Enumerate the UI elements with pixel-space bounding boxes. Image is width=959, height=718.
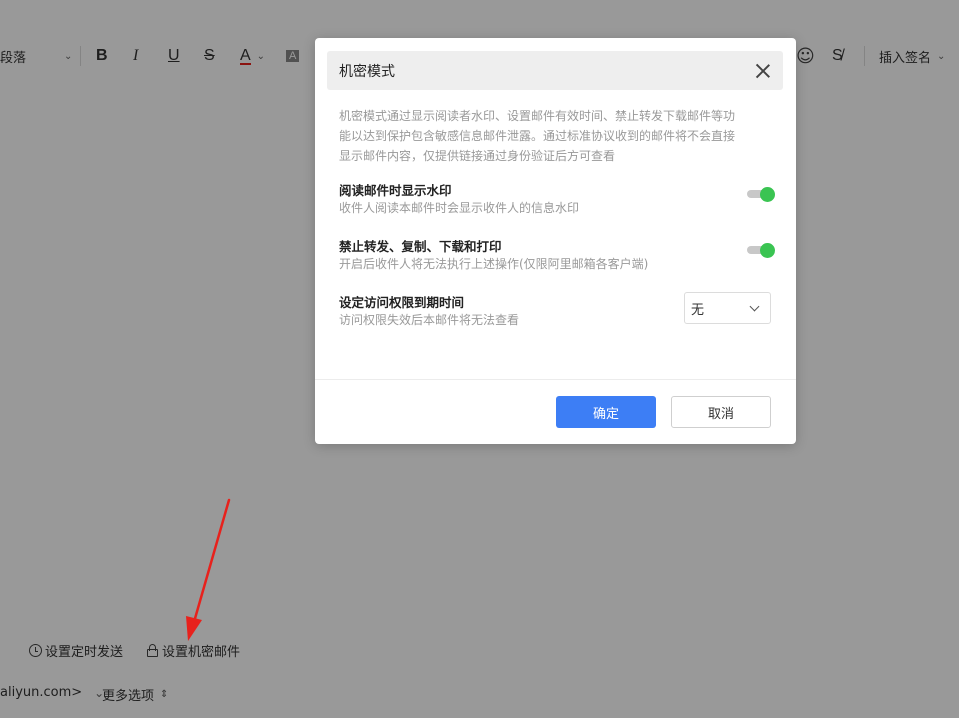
expiry-select[interactable]: 无 bbox=[684, 292, 771, 324]
toggle-knob bbox=[760, 187, 775, 202]
watermark-option-subtitle: 收件人阅读本邮件时会显示收件人的信息水印 bbox=[339, 201, 580, 215]
restrict-actions-option-title: 禁止转发、复制、下载和打印 bbox=[339, 239, 502, 254]
cancel-button[interactable]: 取消 bbox=[671, 396, 771, 428]
toggle-knob bbox=[760, 243, 775, 258]
confidential-mode-dialog: 机密模式 机密模式通过显示阅读者水印、设置邮件有效时间、禁止转发下载邮件等功能以… bbox=[315, 38, 796, 444]
watermark-toggle[interactable] bbox=[747, 187, 775, 202]
dialog-header: 机密模式 bbox=[327, 51, 783, 90]
restrict-actions-option-subtitle: 开启后收件人将无法执行上述操作(仅限阿里邮箱各客户端) bbox=[339, 257, 649, 271]
confirm-button[interactable]: 确定 bbox=[556, 396, 656, 428]
expiry-option-title: 设定访问权限到期时间 bbox=[339, 295, 465, 310]
restrict-actions-toggle[interactable] bbox=[747, 243, 775, 258]
watermark-option-title: 阅读邮件时显示水印 bbox=[339, 183, 452, 198]
dialog-description: 机密模式通过显示阅读者水印、设置邮件有效时间、禁止转发下载邮件等功能以达到保护包… bbox=[339, 109, 736, 163]
dialog-title: 机密模式 bbox=[339, 63, 395, 80]
expiry-option-subtitle: 访问权限失效后本邮件将无法查看 bbox=[339, 313, 520, 327]
close-icon[interactable] bbox=[755, 63, 771, 79]
expiry-select-value: 无 bbox=[691, 302, 705, 318]
dialog-footer-divider bbox=[315, 379, 796, 380]
chevron-down-icon bbox=[749, 301, 760, 311]
